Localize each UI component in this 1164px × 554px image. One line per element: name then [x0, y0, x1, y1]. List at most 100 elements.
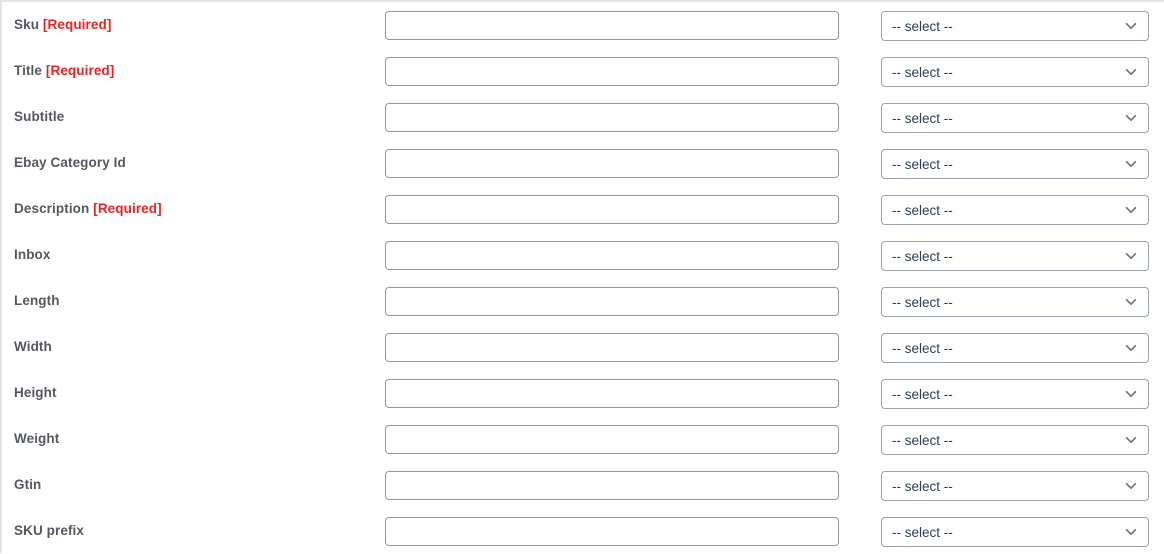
select-dropdown-subtitle[interactable]: -- select --	[881, 103, 1149, 133]
select-dropdown-sku-prefix[interactable]: -- select --	[881, 517, 1149, 547]
form-row: Gtin -- select --	[2, 462, 1164, 508]
chevron-down-icon	[1124, 433, 1138, 447]
field-label-length: Length	[14, 278, 60, 324]
select-selected-value: -- select --	[892, 524, 953, 540]
select-selected-value: -- select --	[892, 248, 953, 264]
field-label-description: Description [Required]	[14, 186, 162, 232]
field-label-text: Subtitle	[14, 109, 65, 124]
text-input-gtin[interactable]	[385, 471, 839, 500]
chevron-down-icon	[1124, 479, 1138, 493]
form-row: Length -- select --	[2, 278, 1164, 324]
select-selected-value: -- select --	[892, 386, 953, 402]
text-input-title[interactable]	[385, 57, 839, 86]
field-label-text: Inbox	[14, 247, 51, 262]
field-label-text: Weight	[14, 431, 60, 446]
select-dropdown-ebay-category-id[interactable]: -- select --	[881, 149, 1149, 179]
chevron-down-icon	[1124, 249, 1138, 263]
select-dropdown-weight[interactable]: -- select --	[881, 425, 1149, 455]
field-label-text: Ebay Category Id	[14, 155, 126, 170]
field-label-gtin: Gtin	[14, 462, 41, 508]
field-label-sku-prefix: SKU prefix	[14, 508, 84, 554]
form-row: Width -- select --	[2, 324, 1164, 370]
field-label-text: Sku	[14, 17, 40, 32]
text-input-weight[interactable]	[385, 425, 839, 454]
select-wrapper-description: -- select --	[881, 195, 1149, 225]
chevron-down-icon	[1124, 111, 1138, 125]
field-label-text: Description	[14, 201, 90, 216]
chevron-down-icon	[1124, 341, 1138, 355]
select-wrapper-title: -- select --	[881, 57, 1149, 87]
chevron-down-icon	[1124, 295, 1138, 309]
field-label-subtitle: Subtitle	[14, 94, 64, 140]
select-wrapper-sku-prefix: -- select --	[881, 517, 1149, 547]
form-row: SKU prefix -- select --	[2, 508, 1164, 554]
field-label-ebay-category-id: Ebay Category Id	[14, 140, 126, 186]
chevron-down-icon	[1124, 203, 1138, 217]
field-label-title: Title [Required]	[14, 48, 114, 94]
form-row: Height -- select --	[2, 370, 1164, 416]
select-wrapper-ebay-category-id: -- select --	[881, 149, 1149, 179]
select-dropdown-height[interactable]: -- select --	[881, 379, 1149, 409]
select-selected-value: -- select --	[892, 156, 953, 172]
chevron-down-icon	[1124, 19, 1138, 33]
field-label-inbox: Inbox	[14, 232, 51, 278]
required-marker: [Required]	[42, 17, 112, 32]
required-marker: [Required]	[93, 201, 162, 216]
form-row: Subtitle -- select --	[2, 94, 1164, 140]
select-dropdown-description[interactable]: -- select --	[881, 195, 1149, 225]
field-label-weight: Weight	[14, 416, 59, 462]
form-row: Description [Required] -- select --	[2, 186, 1164, 232]
text-input-sku-prefix[interactable]	[385, 517, 839, 546]
select-wrapper-width: -- select --	[881, 333, 1149, 363]
field-label-text: Width	[14, 339, 52, 354]
text-input-sku[interactable]	[385, 11, 839, 40]
chevron-down-icon	[1124, 157, 1138, 171]
select-wrapper-length: -- select --	[881, 287, 1149, 317]
select-wrapper-inbox: -- select --	[881, 241, 1149, 271]
field-label-sku: Sku [Required]	[14, 2, 111, 48]
select-dropdown-gtin[interactable]: -- select --	[881, 471, 1149, 501]
form-row: Sku [Required] -- select --	[2, 2, 1164, 48]
select-dropdown-width[interactable]: -- select --	[881, 333, 1149, 363]
select-wrapper-gtin: -- select --	[881, 471, 1149, 501]
select-selected-value: -- select --	[892, 202, 953, 218]
select-dropdown-length[interactable]: -- select --	[881, 287, 1149, 317]
required-marker: [Required]	[45, 63, 115, 78]
select-wrapper-subtitle: -- select --	[881, 103, 1149, 133]
chevron-down-icon	[1124, 387, 1138, 401]
chevron-down-icon	[1124, 525, 1138, 539]
select-selected-value: -- select --	[892, 294, 953, 310]
select-wrapper-sku: -- select --	[881, 11, 1149, 41]
text-input-subtitle[interactable]	[385, 103, 839, 132]
select-selected-value: -- select --	[892, 478, 953, 494]
field-label-text: Height	[14, 385, 57, 400]
text-input-width[interactable]	[385, 333, 839, 362]
text-input-ebay-category-id[interactable]	[385, 149, 839, 178]
chevron-down-icon	[1124, 65, 1138, 79]
select-selected-value: -- select --	[892, 18, 953, 34]
select-selected-value: -- select --	[892, 340, 953, 356]
form-row: Weight -- select --	[2, 416, 1164, 462]
select-dropdown-sku[interactable]: -- select --	[881, 11, 1149, 41]
select-wrapper-height: -- select --	[881, 379, 1149, 409]
field-label-text: Gtin	[14, 477, 42, 492]
field-label-text: SKU prefix	[14, 523, 85, 538]
form-row: Ebay Category Id -- select --	[2, 140, 1164, 186]
form-row: Title [Required] -- select --	[2, 48, 1164, 94]
field-mapping-form: Sku [Required] -- select -- Title [Require…	[0, 0, 1164, 553]
field-label-text: Title	[14, 63, 43, 78]
text-input-inbox[interactable]	[385, 241, 839, 270]
text-input-height[interactable]	[385, 379, 839, 408]
select-selected-value: -- select --	[892, 64, 953, 80]
text-input-length[interactable]	[385, 287, 839, 316]
select-dropdown-title[interactable]: -- select --	[881, 57, 1149, 87]
field-label-width: Width	[14, 324, 52, 370]
form-row: Inbox -- select --	[2, 232, 1164, 278]
text-input-description[interactable]	[385, 195, 839, 224]
select-dropdown-inbox[interactable]: -- select --	[881, 241, 1149, 271]
select-selected-value: -- select --	[892, 432, 953, 448]
field-label-text: Length	[14, 293, 60, 308]
field-label-height: Height	[14, 370, 57, 416]
select-wrapper-weight: -- select --	[881, 425, 1149, 455]
select-selected-value: -- select --	[892, 110, 953, 126]
